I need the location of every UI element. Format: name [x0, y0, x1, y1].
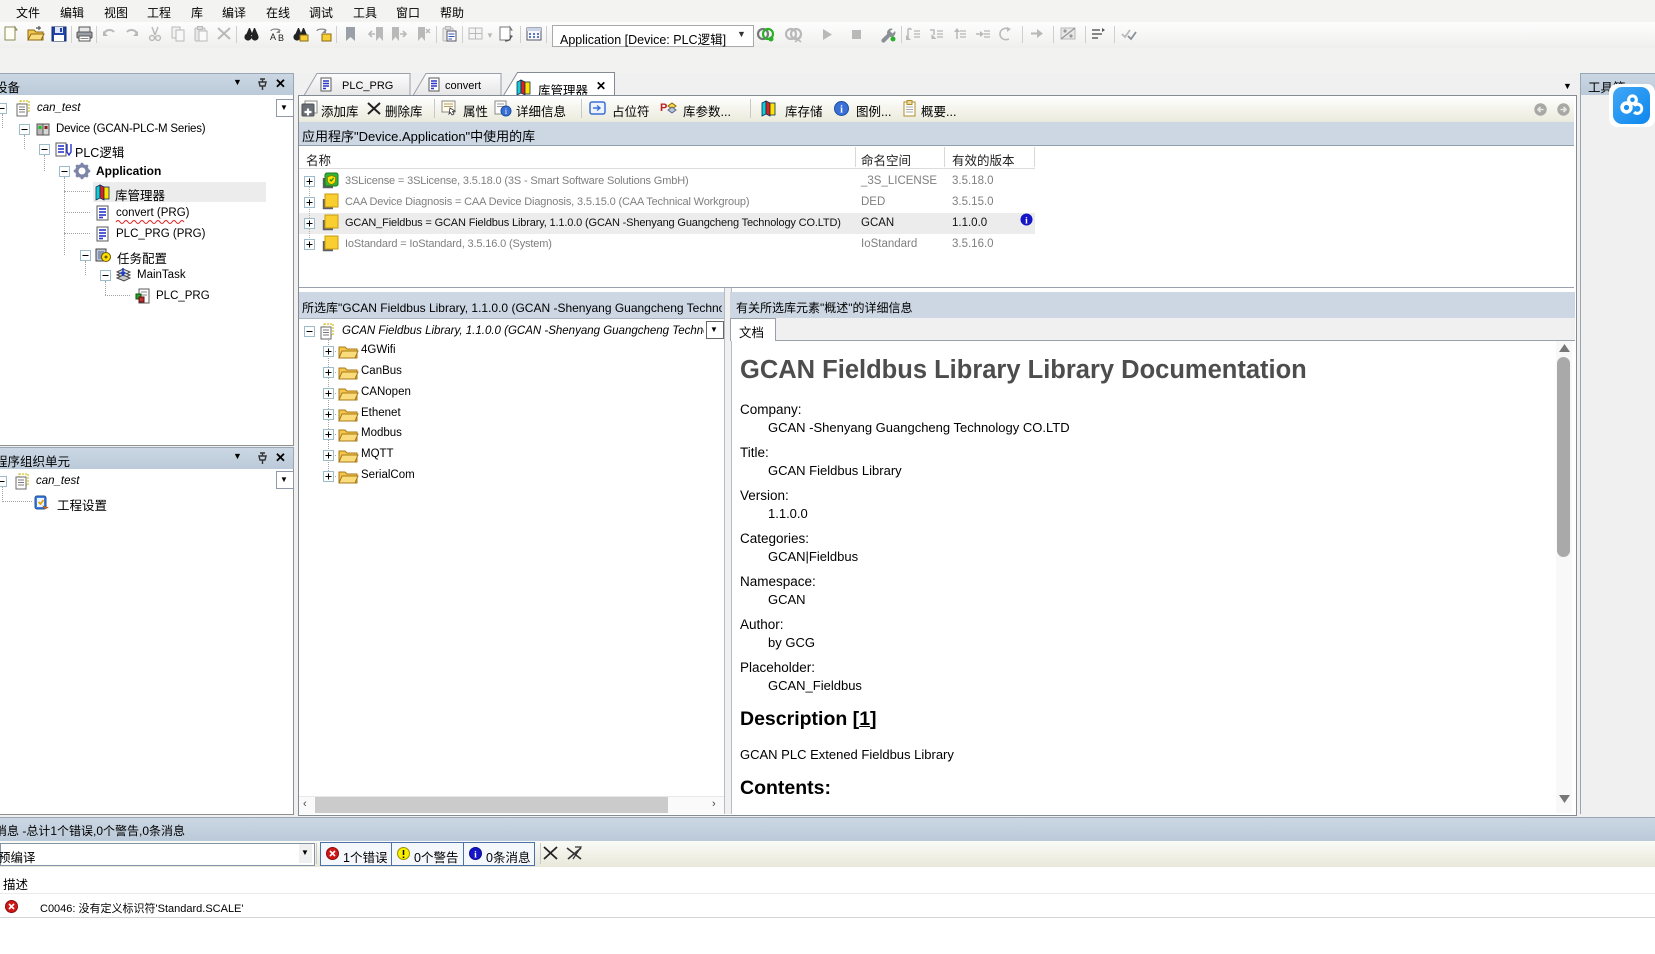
svg-text:i: i [1025, 217, 1028, 227]
svg-text:i: i [840, 105, 843, 116]
svg-text:B: B [278, 33, 284, 43]
svg-text:P: P [660, 102, 667, 114]
svg-text:i: i [474, 851, 477, 861]
svg-text:A: A [270, 32, 276, 42]
